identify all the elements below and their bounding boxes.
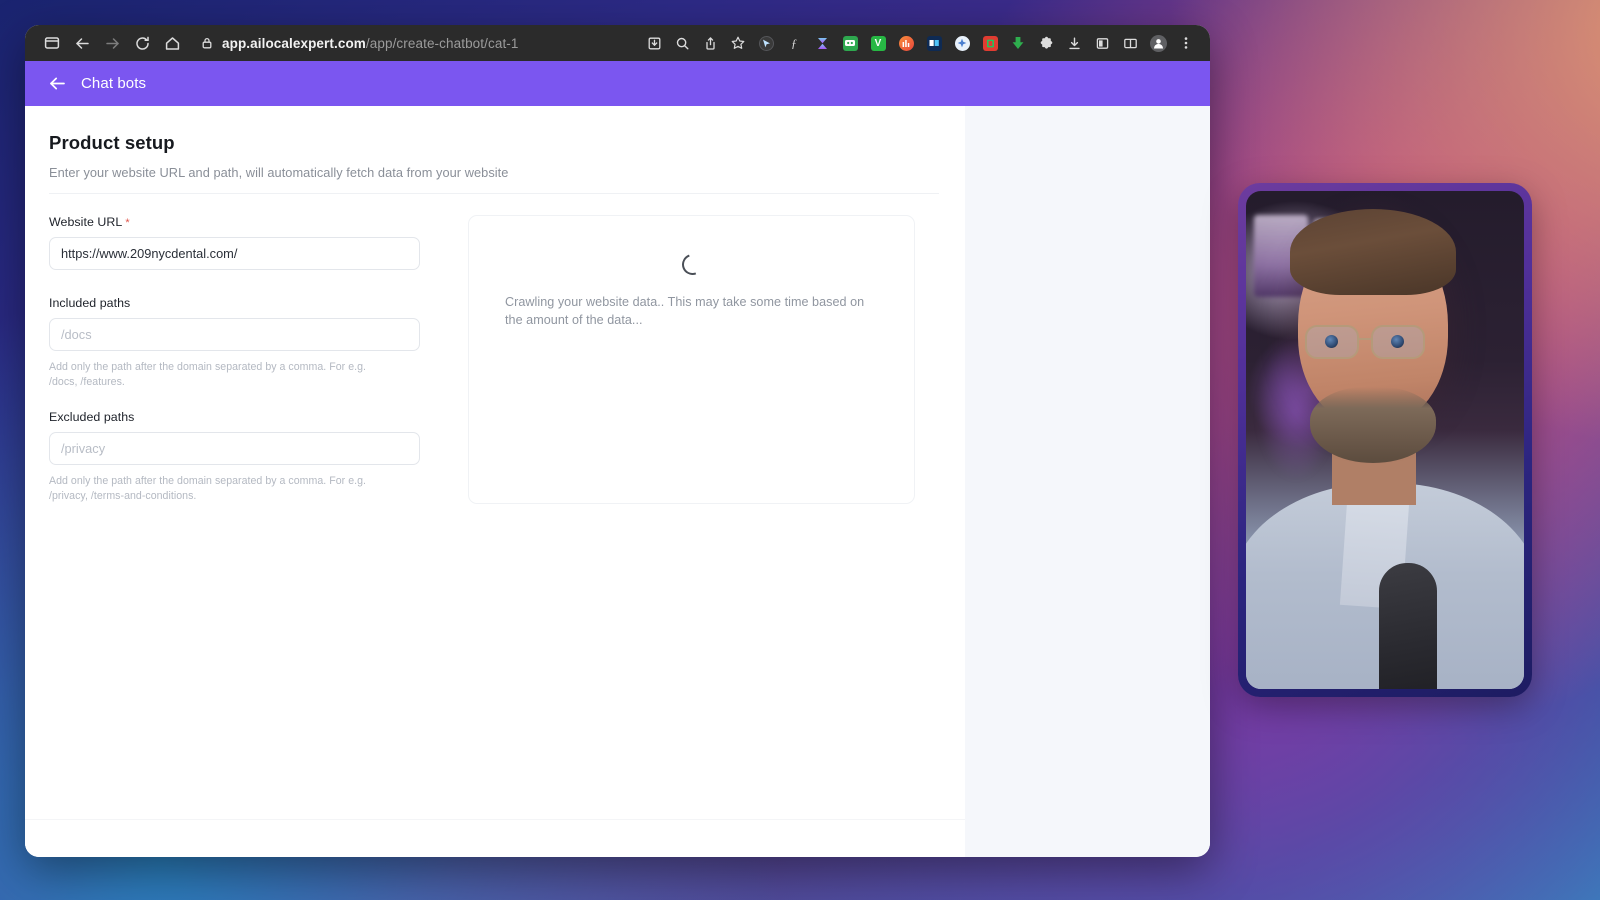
bookmark-star-icon[interactable] <box>724 29 752 57</box>
microphone <box>1379 563 1437 689</box>
hourglass-extension-icon[interactable] <box>808 29 836 57</box>
included-paths-input[interactable]: /docs <box>49 318 420 351</box>
card-footer <box>25 819 965 857</box>
presenter-hair <box>1290 209 1456 295</box>
toolbar-icon-group: ƒ V <box>640 29 1200 57</box>
profile-avatar-icon[interactable] <box>1144 29 1172 57</box>
included-paths-help: Add only the path after the domain separ… <box>49 361 367 389</box>
field-website-url: Website URL * https://www.209nycdental.c… <box>49 215 420 270</box>
robot-extension-icon[interactable] <box>836 29 864 57</box>
browser-window: app.ailocalexpert.com/app/create-chatbot… <box>25 25 1210 857</box>
page-subtitle: Enter your website URL and path, will au… <box>49 165 509 180</box>
lock-icon <box>201 37 213 49</box>
analytics-extension-icon[interactable] <box>892 29 920 57</box>
honey-extension-icon[interactable] <box>976 29 1004 57</box>
page-title: Product setup <box>49 132 175 153</box>
excluded-paths-help: Add only the path after the domain separ… <box>49 474 367 503</box>
required-marker: * <box>125 217 130 229</box>
reading-list-icon[interactable] <box>1116 29 1144 57</box>
reload-icon[interactable] <box>127 29 157 57</box>
crawl-status-message: Crawling your website data.. This may ta… <box>505 295 865 327</box>
website-url-input[interactable]: https://www.209nycdental.com/ <box>49 237 420 270</box>
included-paths-label: Included paths <box>49 296 131 310</box>
presenter-eye-left <box>1325 335 1338 348</box>
form-left-column: Website URL * https://www.209nycdental.c… <box>49 215 420 504</box>
content-card: Product setup Enter your website URL and… <box>25 106 965 857</box>
field-excluded-paths: Excluded paths /privacy Add only the pat… <box>49 410 420 505</box>
title-divider <box>49 193 939 194</box>
loading-spinner-icon <box>678 250 707 279</box>
desktop-background: app.ailocalexpert.com/app/create-chatbot… <box>0 0 1600 900</box>
downloads-icon[interactable] <box>1060 29 1088 57</box>
puzzle-extensions-icon[interactable] <box>1032 29 1060 57</box>
forward-arrow-icon[interactable] <box>97 29 127 57</box>
shield-extension-icon[interactable] <box>948 29 976 57</box>
search-icon[interactable] <box>668 29 696 57</box>
url-domain: app.ailocalexpert.com <box>222 35 366 51</box>
share-icon[interactable] <box>696 29 724 57</box>
browser-menu-icon[interactable] <box>1172 29 1200 57</box>
url-text: app.ailocalexpert.com/app/create-chatbot… <box>222 36 519 51</box>
website-url-label-text: Website URL <box>49 215 122 229</box>
field-included-paths: Included paths /docs Add only the path a… <box>49 296 420 391</box>
book-extension-icon[interactable] <box>920 29 948 57</box>
app-header-title: Chat bots <box>81 75 147 92</box>
excluded-paths-label: Excluded paths <box>49 409 135 424</box>
glasses-bridge <box>1359 338 1371 340</box>
download-arrow-icon[interactable] <box>1004 29 1032 57</box>
split-view-icon[interactable] <box>1088 29 1116 57</box>
grammarly-extension-icon[interactable]: V <box>864 29 892 57</box>
url-path: /app/create-chatbot/cat-1 <box>365 35 519 51</box>
app-body: Product setup Enter your website URL and… <box>25 106 1210 857</box>
crawl-status-panel: Crawling your website data.. This may ta… <box>468 215 915 505</box>
presenter-beard <box>1310 387 1436 463</box>
browser-toolbar: app.ailocalexpert.com/app/create-chatbot… <box>25 25 1210 61</box>
back-arrow-icon[interactable] <box>67 29 97 57</box>
back-arrow-icon[interactable] <box>48 74 67 93</box>
address-bar[interactable]: app.ailocalexpert.com/app/create-chatbot… <box>195 29 640 57</box>
card-scroll-region: Product setup Enter your website URL and… <box>25 106 965 819</box>
fonts-extension-icon[interactable]: ƒ <box>780 29 808 57</box>
form-area: Website URL * https://www.209nycdental.c… <box>49 215 941 505</box>
website-url-label: Website URL * <box>49 215 420 229</box>
home-icon[interactable] <box>157 29 187 57</box>
install-app-icon[interactable] <box>640 29 668 57</box>
presenter-eye-right <box>1391 335 1404 348</box>
side-panel-icon[interactable] <box>37 29 67 57</box>
presenter-webcam-overlay <box>1238 183 1532 697</box>
excluded-paths-input[interactable]: /privacy <box>49 431 420 465</box>
app-header-bar: Chat bots <box>25 61 1210 106</box>
cursor-extension-icon[interactable] <box>752 29 780 57</box>
webcam-video <box>1246 191 1524 689</box>
